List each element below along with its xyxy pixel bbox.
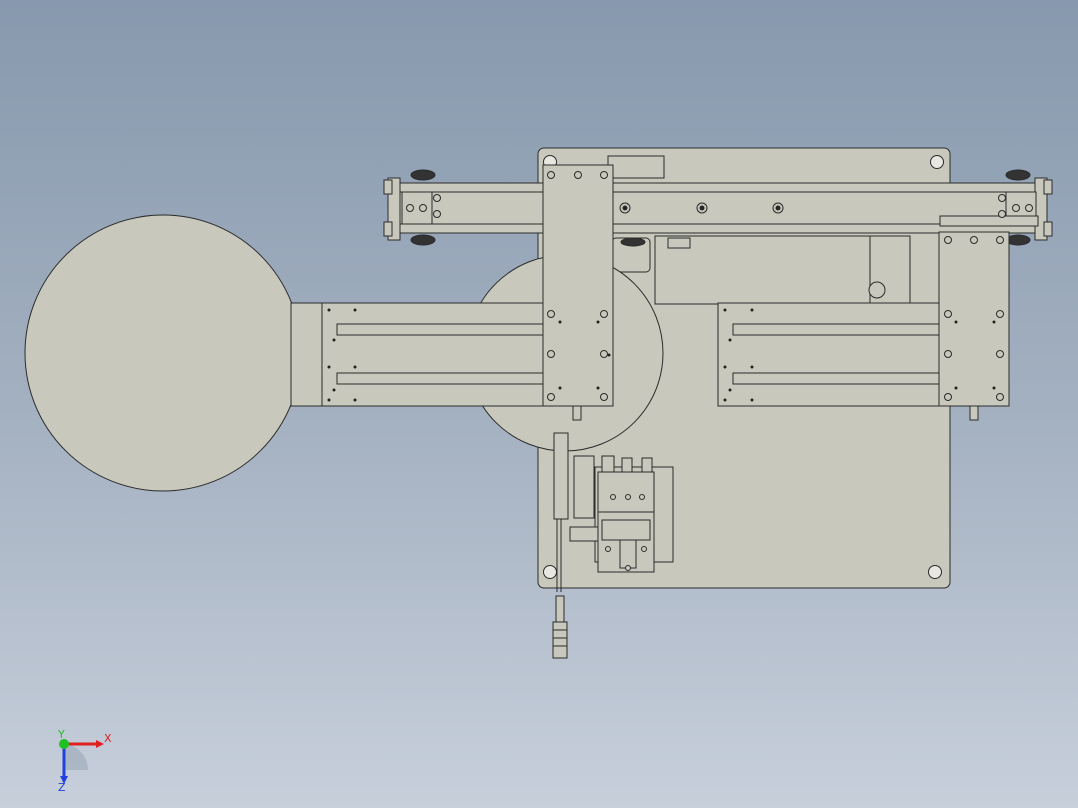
center-carriage[interactable] bbox=[542, 164, 614, 421]
cad-viewport[interactable]: X Y Z bbox=[0, 0, 1078, 808]
roller bbox=[410, 234, 436, 246]
x-arrowhead bbox=[96, 740, 104, 748]
roller bbox=[1005, 169, 1031, 181]
z-axis-label: Z bbox=[58, 781, 66, 794]
fitting bbox=[572, 405, 582, 421]
mounting-hole bbox=[928, 565, 942, 579]
left-disk[interactable] bbox=[24, 214, 302, 492]
fitting bbox=[969, 405, 979, 421]
left-arm[interactable] bbox=[290, 302, 552, 407]
y-axis-label: Y bbox=[57, 728, 65, 741]
coordinate-triad: X Y Z bbox=[57, 728, 112, 794]
mounting-hole bbox=[543, 565, 557, 579]
x-axis-label: X bbox=[104, 732, 112, 745]
roller bbox=[410, 169, 436, 181]
roller bbox=[620, 237, 646, 247]
mounting-hole bbox=[930, 155, 944, 169]
roller bbox=[1005, 234, 1031, 246]
right-arm[interactable] bbox=[717, 302, 944, 407]
right-carriage[interactable] bbox=[938, 231, 1010, 421]
